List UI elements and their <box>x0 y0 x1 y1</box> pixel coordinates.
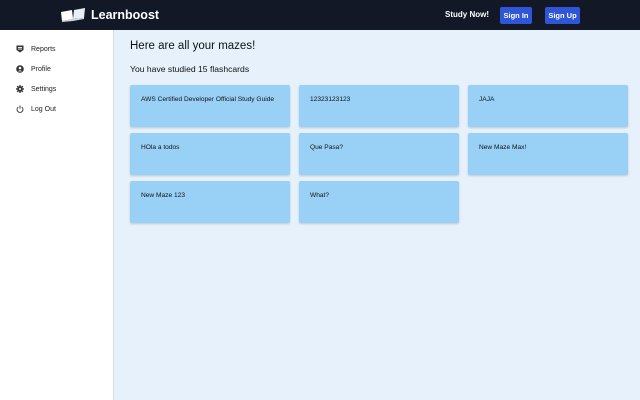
maze-card[interactable]: JAJA <box>468 85 628 127</box>
sidebar-item-label: Log Out <box>31 105 56 113</box>
sign-in-button[interactable]: Sign In <box>500 7 532 24</box>
study-now-link[interactable]: Study Now! <box>445 10 489 19</box>
power-icon <box>16 105 24 113</box>
maze-card[interactable]: 12323123123 <box>299 85 459 127</box>
maze-card[interactable]: What? <box>299 181 459 223</box>
reports-icon <box>16 45 24 53</box>
sidebar-item-label: Profile <box>31 65 51 73</box>
sidebar-item-logout[interactable]: Log Out <box>16 103 56 115</box>
sidebar-item-label: Settings <box>31 85 57 93</box>
maze-card[interactable]: HOla a todos <box>130 133 290 175</box>
sidebar-item-reports[interactable]: Reports <box>16 43 56 55</box>
sign-up-button[interactable]: Sign Up <box>545 7 580 24</box>
gear-icon <box>16 85 24 93</box>
top-navbar: Learnboost Study Now! Sign In Sign Up <box>0 0 640 30</box>
maze-card[interactable]: AWS Certified Developer Official Study G… <box>130 85 290 127</box>
profile-icon <box>16 65 24 73</box>
book-logo-icon[interactable] <box>60 6 86 24</box>
maze-card[interactable]: Que Pasa? <box>299 133 459 175</box>
sidebar-item-settings[interactable]: Settings <box>16 83 56 95</box>
page-title: Here are all your mazes! <box>130 40 256 52</box>
flashcard-count-text: You have studied 15 flashcards <box>130 64 250 74</box>
maze-card[interactable]: New Maze Max! <box>468 133 628 175</box>
sidebar-item-profile[interactable]: Profile <box>16 63 51 75</box>
sidebar-item-label: Reports <box>31 45 56 53</box>
brand-name[interactable]: Learnboost <box>91 8 159 22</box>
maze-card[interactable]: New Maze 123 <box>130 181 290 223</box>
sidebar: Reports Profile Settings Log Out <box>0 30 114 400</box>
